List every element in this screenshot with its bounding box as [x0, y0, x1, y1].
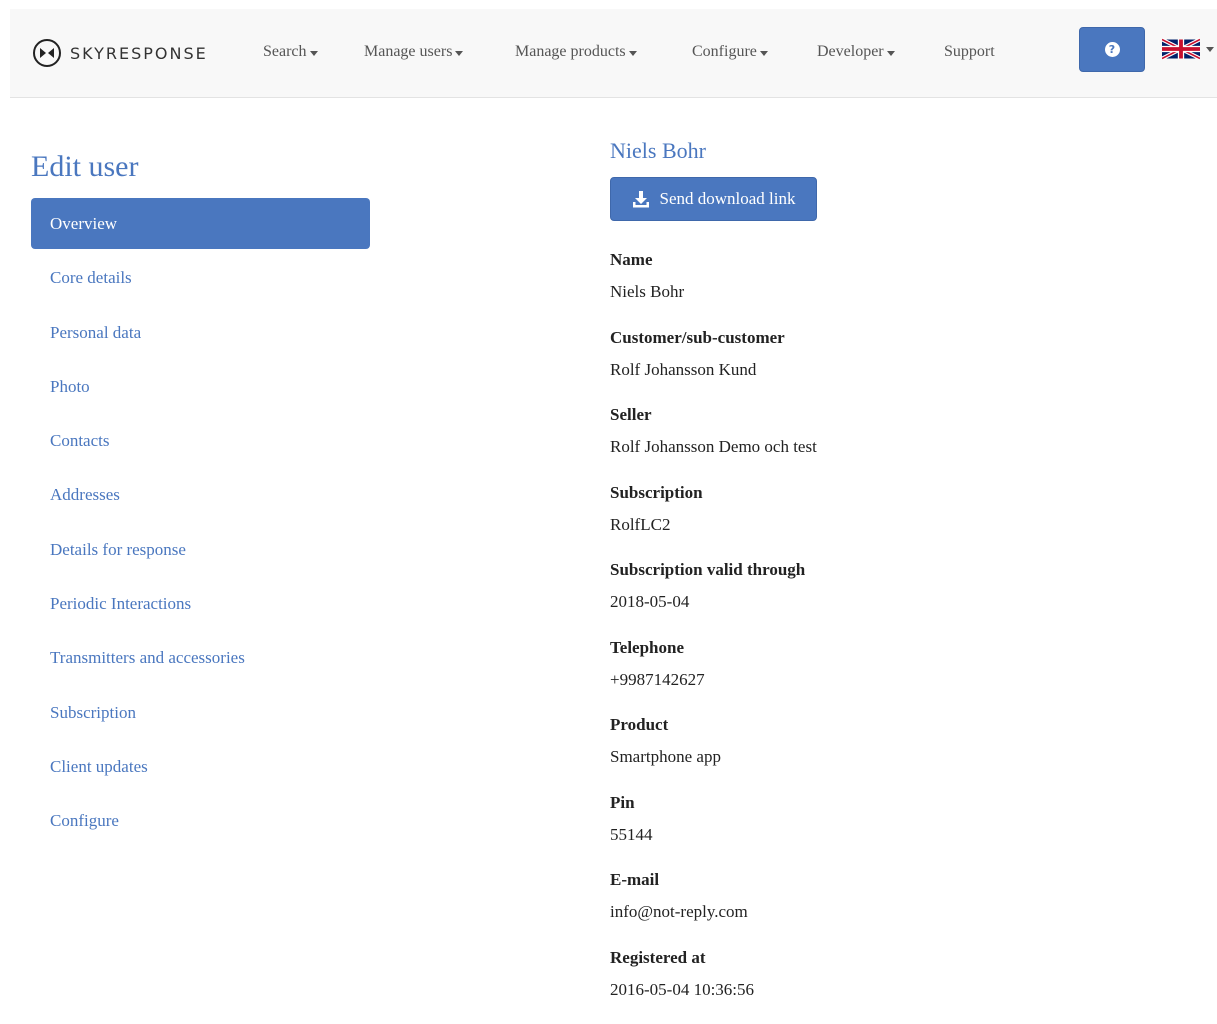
field-seller: Seller Rolf Johansson Demo och test [610, 404, 817, 482]
field-value: 2018-05-04 [610, 591, 817, 613]
nav-manage-users-label: Manage users [364, 43, 452, 61]
download-icon [632, 190, 650, 208]
field-label: Subscription valid through [610, 559, 817, 581]
page-title: Edit user [31, 150, 138, 184]
field-registered-at: Registered at 2016-05-04 10:36:56 [610, 947, 817, 1024]
field-label: Pin [610, 792, 817, 814]
field-label: Name [610, 249, 817, 271]
field-label: Product [610, 714, 817, 736]
field-label: Customer/sub-customer [610, 327, 817, 349]
field-email: E-mail info@not-reply.com [610, 869, 817, 947]
field-label: Subscription [610, 482, 817, 504]
caret-down-icon [887, 51, 895, 56]
sidebar-item-photo[interactable]: Photo [31, 361, 370, 412]
sidebar-item-client-updates[interactable]: Client updates [31, 741, 370, 792]
sidebar-item-configure[interactable]: Configure [31, 795, 370, 846]
field-value: info@not-reply.com [610, 901, 817, 923]
field-value: +9987142627 [610, 669, 817, 691]
caret-down-icon [455, 51, 463, 56]
field-label: E-mail [610, 869, 817, 891]
user-details: Name Niels Bohr Customer/sub-customer Ro… [610, 249, 817, 1024]
field-value: 2016-05-04 10:36:56 [610, 979, 817, 1001]
field-value: 55144 [610, 824, 817, 846]
caret-down-icon [310, 51, 318, 56]
nav-support[interactable]: Support [944, 43, 995, 61]
field-value: Rolf Johansson Kund [610, 359, 817, 381]
sidebar-item-contacts[interactable]: Contacts [31, 415, 370, 466]
field-label: Registered at [610, 947, 817, 969]
field-value: Smartphone app [610, 746, 817, 768]
field-pin: Pin 55144 [610, 792, 817, 870]
nav-configure-label: Configure [692, 43, 757, 61]
nav-developer-label: Developer [817, 43, 884, 61]
user-name-heading: Niels Bohr [610, 138, 706, 164]
field-product: Product Smartphone app [610, 714, 817, 792]
field-value: Rolf Johansson Demo och test [610, 436, 817, 458]
caret-down-icon [1206, 47, 1214, 52]
skyresponse-logo-icon [32, 38, 62, 68]
help-button[interactable]: ? [1079, 27, 1145, 72]
nav-manage-products[interactable]: Manage products [515, 43, 637, 61]
brand[interactable]: SKYRESPONSE [32, 38, 208, 68]
field-label: Seller [610, 404, 817, 426]
uk-flag-icon [1162, 37, 1200, 61]
nav-manage-products-label: Manage products [515, 43, 626, 61]
send-download-link-label: Send download link [660, 189, 796, 209]
field-telephone: Telephone +9987142627 [610, 637, 817, 715]
sidebar-item-core-details[interactable]: Core details [31, 252, 370, 303]
brand-name: SKYRESPONSE [70, 44, 208, 63]
field-value: Niels Bohr [610, 281, 817, 303]
question-circle-icon: ? [1105, 42, 1120, 57]
sidebar-item-transmitters[interactable]: Transmitters and accessories [31, 632, 370, 683]
top-navbar: SKYRESPONSE Search Manage users Manage p… [10, 9, 1217, 98]
caret-down-icon [760, 51, 768, 56]
sidebar-item-subscription[interactable]: Subscription [31, 687, 370, 738]
language-selector[interactable] [1162, 37, 1214, 61]
nav-search-label: Search [263, 43, 307, 61]
sidebar-nav: Overview Core details Personal data Phot… [31, 198, 370, 850]
sidebar-item-personal-data[interactable]: Personal data [31, 307, 370, 358]
field-label: Telephone [610, 637, 817, 659]
sidebar-item-details-for-response[interactable]: Details for response [31, 524, 370, 575]
send-download-link-button[interactable]: Send download link [610, 177, 817, 221]
field-value: RolfLC2 [610, 514, 817, 536]
field-subscription: Subscription RolfLC2 [610, 482, 817, 560]
nav-developer[interactable]: Developer [817, 43, 895, 61]
nav-manage-users[interactable]: Manage users [364, 43, 463, 61]
sidebar-item-periodic-interactions[interactable]: Periodic Interactions [31, 578, 370, 629]
field-subscription-valid-through: Subscription valid through 2018-05-04 [610, 559, 817, 637]
sidebar-item-overview[interactable]: Overview [31, 198, 370, 249]
nav-configure[interactable]: Configure [692, 43, 768, 61]
nav-search[interactable]: Search [263, 43, 318, 61]
sidebar-item-addresses[interactable]: Addresses [31, 469, 370, 520]
caret-down-icon [629, 51, 637, 56]
nav-support-label: Support [944, 43, 995, 61]
field-name: Name Niels Bohr [610, 249, 817, 327]
field-customer: Customer/sub-customer Rolf Johansson Kun… [610, 327, 817, 405]
